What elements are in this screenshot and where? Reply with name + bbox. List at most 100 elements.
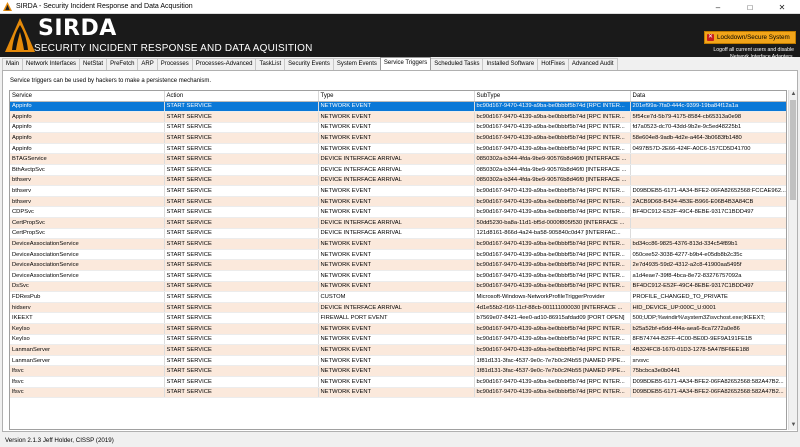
tab-network-interfaces[interactable]: Network Interfaces — [22, 58, 81, 70]
table-row[interactable]: BTAGService START SERVICE DEVICE INTERFACE… — [10, 153, 786, 166]
cell-type: NETWORK EVENT — [318, 323, 475, 335]
cell-action: START SERVICE — [164, 122, 319, 134]
cell-action: START SERVICE — [164, 291, 319, 303]
maximize-icon[interactable]: □ — [736, 0, 764, 14]
cell-subtype: bc90d167-9470-4139-a9ba-be0bbbf5b74d [RP… — [474, 387, 631, 399]
column-header-service[interactable]: Service — [10, 91, 165, 102]
table-row[interactable]: Appinfo START SERVICE NETWORK EVENT bc90d16… — [10, 111, 786, 123]
tab-arp[interactable]: ARP — [137, 58, 158, 70]
column-header-type[interactable]: Type — [318, 91, 475, 102]
cell-action: START SERVICE — [164, 111, 319, 123]
cell-data: 5f54ce7d-5b79-4175-8584-cb65313a0e98 — [630, 111, 786, 123]
table-row[interactable]: FDResPub START SERVICE CUSTOM Microsoft-Win… — [10, 291, 786, 303]
title-bar: SIRDA - Security Incident Response and D… — [0, 0, 800, 14]
brand-subtitle: SECURITY INCIDENT RESPONSE AND DATA AQUI… — [34, 43, 313, 54]
cell-data: BF4DC912-E52F-49C4-8EBE-9317C1BDD497 — [630, 281, 786, 293]
table-row[interactable]: IKEEXT START SERVICE FIREWALL PORT EVENT b7… — [10, 312, 786, 324]
tab-advanced-audit[interactable]: Advanced Audit — [567, 58, 618, 70]
table-row[interactable]: bthserv START SERVICE NETWORK EVENT bc90d16… — [10, 196, 786, 208]
cell-service: CertPropSvc — [10, 217, 165, 229]
tab-prefetch[interactable]: PreFetch — [106, 58, 139, 70]
cell-action: START SERVICE — [164, 153, 319, 166]
cell-service: lfsvc — [10, 387, 165, 399]
cell-action: START SERVICE — [164, 132, 319, 144]
table-row[interactable]: KeyIso START SERVICE NETWORK EVENT bc90d167… — [10, 334, 786, 346]
brand-name: SIRDA — [38, 16, 117, 41]
table-row[interactable]: Appinfo START SERVICE NETWORK EVENT bc90d16… — [10, 101, 786, 113]
cell-type: DEVICE INTERFACE ARRIVAL — [318, 228, 475, 240]
tab-netstat[interactable]: NetStat — [79, 58, 108, 70]
service-triggers-grid[interactable]: Service Action Type SubType Data Appinfo STAR… — [9, 90, 787, 430]
table-row[interactable]: CDPSvc START SERVICE NETWORK EVENT bc90d167… — [10, 206, 786, 219]
table-row[interactable]: bthserv START SERVICE DEVICE INTERFACE ARR… — [10, 175, 786, 187]
cell-service: Appinfo — [10, 132, 165, 144]
scroll-up-icon[interactable]: ▲ — [789, 90, 798, 99]
cell-type: FIREWALL PORT EVENT — [318, 312, 475, 324]
table-row[interactable]: lfsvc START SERVICE NETWORK EVENT 1f81d131-… — [10, 365, 786, 377]
table-row[interactable]: CertPropSvc START SERVICE DEVICE INTERFACE… — [10, 228, 786, 240]
table-row[interactable]: LanmanServer START SERVICE NETWORK EVENT 1f… — [10, 355, 786, 367]
table-row[interactable]: DeviceAssociationService START SERVICE NET… — [10, 270, 786, 282]
table-row[interactable]: Appinfo START SERVICE NETWORK EVENT bc90d16… — [10, 143, 786, 155]
cell-action: START SERVICE — [164, 312, 319, 324]
table-row[interactable]: DeviceAssociationService START SERVICE NET… — [10, 249, 786, 261]
table-row[interactable]: DeviceAssociationService START SERVICE NET… — [10, 259, 786, 271]
lockdown-button[interactable]: ✕ Lockdown/Secure System — [704, 31, 796, 44]
window-title: SIRDA - Security Incident Response and D… — [16, 3, 193, 10]
table-row[interactable]: DsSvc START SERVICE NETWORK EVENT bc90d167-… — [10, 281, 786, 293]
cell-action: START SERVICE — [164, 376, 319, 388]
cell-data — [630, 217, 786, 229]
table-row[interactable]: hidserv START SERVICE DEVICE INTERFACE ARR… — [10, 302, 786, 314]
minimize-icon[interactable]: – — [704, 0, 732, 14]
table-row[interactable]: bthserv START SERVICE NETWORK EVENT bc90d16… — [10, 185, 786, 197]
cell-data: b25a52bf-e5dd-4f4a-aea6-8ca7272a0e86 — [630, 323, 786, 335]
cell-type: NETWORK EVENT — [318, 355, 475, 367]
column-header-subtype[interactable]: SubType — [474, 91, 631, 102]
cell-type: NETWORK EVENT — [318, 101, 475, 113]
tab-processes-advanced[interactable]: Processes-Advanced — [191, 58, 257, 70]
table-row[interactable]: DeviceAssociationService START SERVICE NET… — [10, 238, 786, 250]
tab-scheduled-tasks[interactable]: Scheduled Tasks — [430, 58, 484, 70]
cell-service: Appinfo — [10, 111, 165, 123]
table-row[interactable]: lfsvc START SERVICE NETWORK EVENT bc90d167-… — [10, 387, 786, 399]
tab-processes[interactable]: Processes — [156, 58, 193, 70]
cell-action: START SERVICE — [164, 334, 319, 346]
table-row[interactable]: KeyIso START SERVICE NETWORK EVENT bc90d167… — [10, 323, 786, 335]
cell-data: 2ACB9D68-B434-4B3E-B966-E06B4B3A84CB — [630, 196, 786, 208]
column-header-data[interactable]: Data — [630, 91, 786, 102]
cell-data: PROFILE_CHANGED_TO_PRIVATE — [630, 291, 786, 303]
table-row[interactable]: CertPropSvc START SERVICE DEVICE INTERFACE… — [10, 217, 786, 229]
tab-installed-software[interactable]: Installed Software — [482, 58, 539, 70]
cell-subtype: bc90d167-9470-4139-a9ba-be0bbbf5b74d [RP… — [474, 122, 631, 134]
cell-service: LanmanServer — [10, 344, 165, 356]
cell-data: D09BDEB5-6171-4A34-BFE2-06FA82652568:582… — [630, 387, 786, 399]
scroll-down-icon[interactable]: ▼ — [789, 421, 798, 430]
tab-bar: Main Network Interfaces NetStat PreFetch… — [2, 57, 618, 70]
cell-data — [630, 153, 786, 166]
table-row[interactable]: Appinfo START SERVICE NETWORK EVENT bc90d16… — [10, 122, 786, 134]
cell-service: DsSvc — [10, 281, 165, 293]
cell-action: START SERVICE — [164, 387, 319, 399]
cell-subtype: bc90d167-9470-4139-a9ba-be0bbbf5b74d [RP… — [474, 344, 631, 356]
table-row[interactable]: BthAvctpSvc START SERVICE DEVICE INTERFACE… — [10, 164, 786, 176]
cell-service: KeyIso — [10, 334, 165, 346]
table-row[interactable]: Appinfo START SERVICE NETWORK EVENT bc90d16… — [10, 132, 786, 144]
scroll-thumb[interactable] — [790, 100, 796, 200]
cell-subtype: Microsoft-Windows-NetworkProfileTriggerP… — [474, 291, 631, 303]
cell-type: DEVICE INTERFACE ARRIVAL — [318, 175, 475, 187]
column-header-action[interactable]: Action — [164, 91, 319, 102]
lockdown-button-label: Lockdown/Secure System — [717, 34, 790, 41]
table-row[interactable]: lfsvc START SERVICE NETWORK EVENT bc90d167-… — [10, 376, 786, 388]
cell-service: lfsvc — [10, 376, 165, 388]
table-row[interactable]: LanmanServer START SERVICE NETWORK EVENT bc… — [10, 344, 786, 356]
tab-hotfixes[interactable]: HotFixes — [537, 58, 569, 70]
cell-service: BTAGService — [10, 153, 165, 166]
tab-security-events[interactable]: Security Events — [284, 58, 334, 70]
tab-main[interactable]: Main — [2, 58, 24, 70]
cell-type: DEVICE INTERFACE ARRIVAL — [318, 302, 475, 314]
vertical-scrollbar[interactable]: ▲ ▼ — [788, 90, 797, 430]
tab-system-events[interactable]: System Events — [332, 58, 381, 70]
close-icon[interactable]: ✕ — [768, 0, 796, 14]
tab-tasklist[interactable]: TaskList — [255, 58, 286, 70]
tab-service-triggers[interactable]: Service Triggers — [379, 57, 432, 70]
